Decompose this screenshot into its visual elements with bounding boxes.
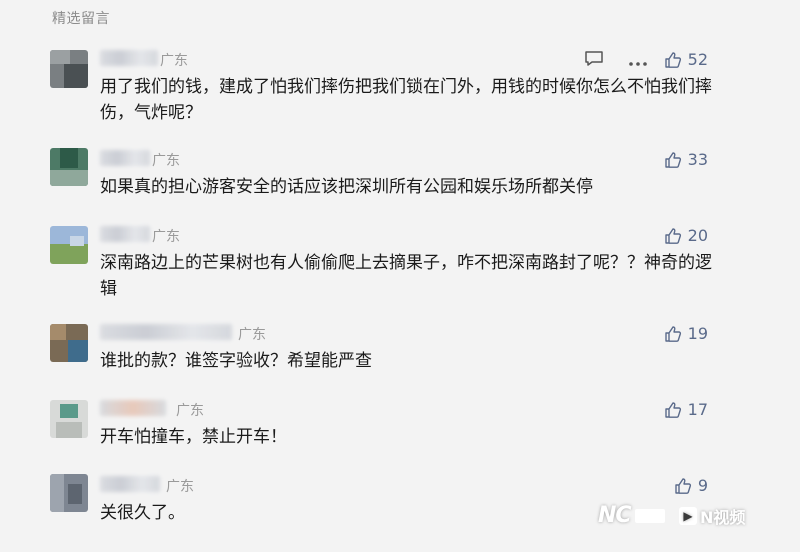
like-count: 52 — [687, 50, 708, 69]
n-video-logo: ▶ N视频 — [678, 504, 746, 528]
thumbs-up-icon — [664, 151, 681, 168]
like-button[interactable]: 52 — [664, 50, 708, 69]
username[interactable] — [100, 400, 166, 416]
like-count: 19 — [687, 324, 708, 343]
like-count: 17 — [687, 400, 708, 419]
thumbs-up-icon — [664, 325, 681, 342]
watermark: NC ▶ N视频 — [598, 503, 745, 528]
comment-text: 谁批的款？谁签字验收？希望能严查 — [100, 351, 372, 371]
thumbs-up-icon — [664, 227, 681, 244]
avatar[interactable] — [50, 50, 88, 88]
avatar[interactable] — [50, 226, 88, 264]
username[interactable] — [100, 226, 150, 242]
comment-icon[interactable] — [584, 50, 604, 72]
like-button[interactable]: 20 — [664, 226, 708, 245]
region-label: 广东 — [160, 53, 188, 69]
thumbs-up-icon — [664, 51, 681, 68]
avatar[interactable] — [50, 400, 88, 438]
n-video-icon: ▶ — [678, 506, 697, 525]
region-label: 广东 — [176, 403, 204, 419]
nd-logo: NC — [598, 503, 632, 528]
more-icon[interactable] — [628, 52, 648, 71]
region-label: 广东 — [152, 153, 180, 169]
section-title: 精选留言 — [52, 11, 110, 27]
nd-logo-badge — [634, 508, 665, 523]
like-button[interactable]: 33 — [664, 150, 708, 169]
comment-text: 开车怕撞车，禁止开车！ — [100, 427, 287, 447]
comment-text: 如果真的担心游客安全的话应该把深圳所有公园和娱乐场所都关停 — [100, 177, 593, 197]
n-video-label: N视频 — [699, 507, 746, 527]
thumbs-up-icon — [664, 401, 681, 418]
comment-text: 用了我们的钱，建成了怕我们摔伤把我们锁在门外，用钱的时候你怎么不怕我们摔伤，气炸… — [100, 77, 712, 123]
like-button[interactable]: 19 — [664, 324, 708, 343]
avatar[interactable] — [50, 148, 88, 186]
comment-actions — [584, 50, 648, 72]
comment-text: 深南路边上的芒果树也有人偷偷爬上去摘果子，咋不把深南路封了呢？？神奇的逻辑 — [100, 253, 712, 299]
like-button[interactable]: 9 — [674, 476, 708, 495]
like-button[interactable]: 17 — [664, 400, 708, 419]
region-label: 广东 — [166, 479, 194, 495]
like-count: 9 — [697, 476, 708, 495]
username[interactable] — [100, 150, 150, 166]
region-label: 广东 — [238, 327, 266, 343]
region-label: 广东 — [152, 229, 180, 245]
thumbs-up-icon — [675, 477, 691, 494]
username[interactable] — [100, 50, 158, 66]
username[interactable] — [100, 476, 160, 492]
like-count: 33 — [687, 150, 708, 169]
username[interactable] — [100, 324, 232, 340]
avatar[interactable] — [50, 324, 88, 362]
like-count: 20 — [687, 226, 708, 245]
avatar[interactable] — [50, 474, 88, 512]
